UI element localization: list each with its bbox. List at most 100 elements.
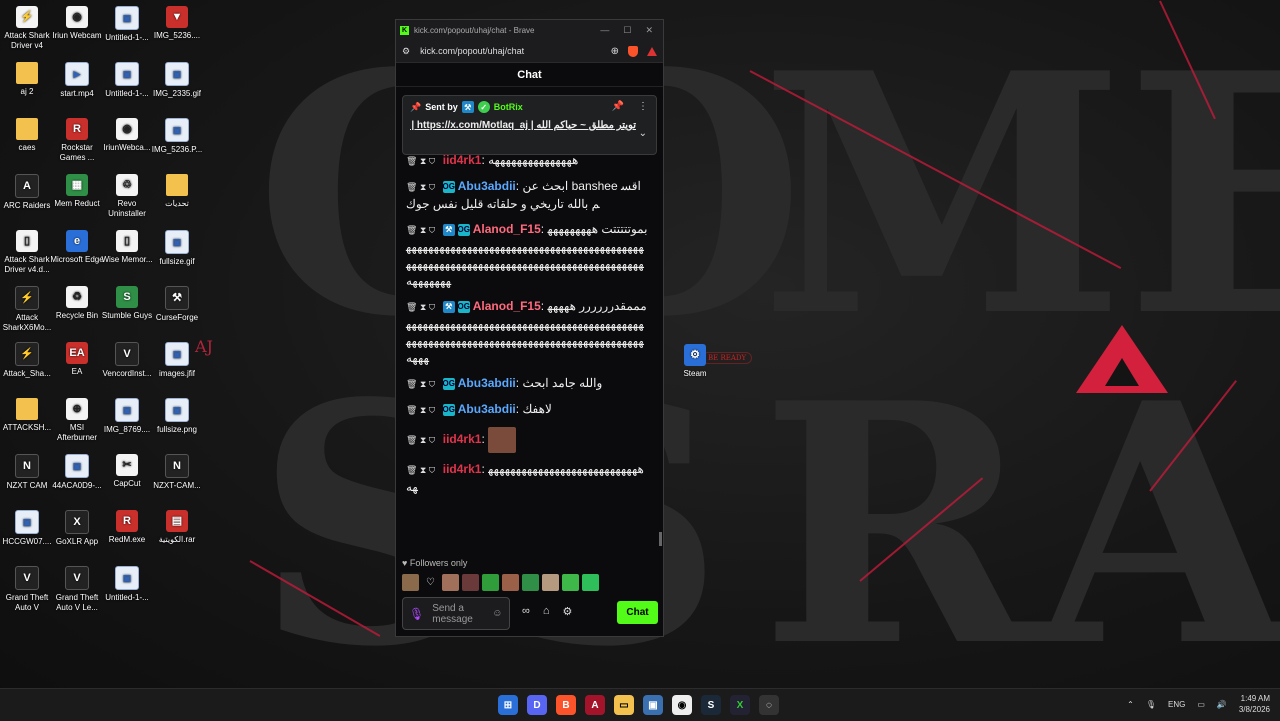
more-options-icon[interactable]: ⋮ (638, 101, 648, 112)
timeout-icon[interactable]: ⧗ (420, 225, 429, 235)
frog-emote-icon[interactable] (522, 574, 539, 591)
chat-username[interactable]: Abu3abdii (458, 179, 516, 193)
network-icon[interactable]: ▭ (1197, 700, 1205, 709)
desktop-icon[interactable]: ⊕ MSI Afterburner (50, 398, 104, 443)
shield-icon[interactable]: ⛉ (429, 156, 438, 166)
desktop-icon[interactable]: ▶ start.mp4 (50, 62, 104, 99)
emote-icon[interactable] (402, 574, 419, 591)
emote-icon[interactable] (482, 574, 499, 591)
desktop-icon[interactable]: ▤ الكويتية.rar (150, 510, 204, 545)
microphone-icon[interactable]: 🎙 (1146, 700, 1156, 709)
browser-window[interactable]: K kick.com/popout/uhaj/chat - Brave — ☐ … (395, 19, 664, 637)
shield-icon[interactable]: ⛉ (429, 182, 438, 192)
desktop-icon-steam[interactable]: ⚙ Steam (668, 344, 722, 379)
timeout-icon[interactable]: ⧗ (420, 156, 429, 166)
app-icon[interactable]: ◌ (759, 695, 779, 715)
desktop-icon[interactable]: V Grand Theft Auto V Le... (50, 566, 104, 613)
mod-actions[interactable]: 🗑 ⧗ ⛉ (406, 156, 438, 166)
desktop-icon[interactable]: ◉ Iriun Webcam (50, 6, 104, 41)
heart-emote-icon[interactable]: ♡ (422, 574, 439, 591)
shield-icon[interactable]: ⛉ (429, 435, 438, 445)
mod-actions[interactable]: 🗑 ⧗ ⛉ (406, 465, 438, 475)
desktop-icon[interactable]: R Rockstar Games ... (50, 118, 104, 163)
mod-actions[interactable]: 🗑 ⧗ ⛉ (406, 302, 438, 312)
shield-icon[interactable]: ⛉ (429, 405, 438, 415)
emote-icon[interactable] (442, 574, 459, 591)
desktop-icon[interactable]: ▣ HCCGW07.... (0, 510, 54, 547)
desktop-icon[interactable]: S Stumble Guys (100, 286, 154, 321)
timeout-icon[interactable]: ⧗ (420, 379, 429, 389)
desktop-icon[interactable]: ▣ IMG_2335.gif (150, 62, 204, 99)
emote-icon[interactable] (582, 574, 599, 591)
timeout-icon[interactable]: ⧗ (420, 302, 429, 312)
minimize-icon[interactable]: — (600, 25, 609, 36)
chat-username[interactable]: Alanod_F15 (473, 299, 541, 313)
message-placeholder[interactable]: Send a message (432, 603, 484, 625)
chat-username[interactable]: Alanod_F15 (473, 222, 541, 236)
desktop-icon[interactable]: ▣ Untitled-1-... (100, 6, 154, 43)
app-icon[interactable]: ▣ (643, 695, 663, 715)
maximize-icon[interactable]: ☐ (623, 25, 631, 36)
volume-icon[interactable]: 🔊 (1217, 700, 1227, 709)
desktop-icon[interactable]: ▣ fullsize.png (150, 398, 204, 435)
desktop-icon[interactable]: ◉ IriunWebca... (100, 118, 154, 153)
emote-image[interactable] (488, 427, 517, 453)
zoom-icon[interactable]: ⊕ (611, 46, 619, 57)
mod-actions[interactable]: 🗑 ⧗ ⛉ (406, 225, 438, 235)
desktop-icon[interactable]: aj 2 (0, 62, 54, 97)
chat-username[interactable]: Abu3abdii (458, 402, 516, 416)
site-info-icon[interactable]: ⚙ (402, 46, 410, 57)
timeout-icon[interactable]: ⧗ (420, 182, 429, 192)
desktop-icon[interactable]: ▣ images.jfif (150, 342, 204, 379)
pinned-message[interactable]: 📌 Sent by ⚒ ✓ BotRix تويتر مطلق ~ حياكم … (402, 95, 657, 155)
desktop-icon[interactable]: N NZXT CAM (0, 454, 54, 491)
shield-icon[interactable]: ⛉ (429, 379, 438, 389)
desktop-icon[interactable]: V Grand Theft Auto V (0, 566, 54, 613)
desktop-icon[interactable]: ▣ 44ACA0D9-... (50, 454, 104, 491)
goxlr-icon[interactable]: X (730, 695, 750, 715)
chevron-up-icon[interactable]: ⌃ (1127, 700, 1134, 709)
delete-icon[interactable]: 🗑 (406, 379, 420, 389)
title-bar[interactable]: K kick.com/popout/uhaj/chat - Brave — ☐ … (396, 20, 663, 40)
chat-username[interactable]: iid4rk1 (443, 153, 482, 167)
desktop-icon[interactable]: R RedM.exe (100, 510, 154, 545)
desktop-icon[interactable]: EA EA (50, 342, 104, 377)
chat-message[interactable]: 🗑 ⧗ ⛉ OG Abu3abdii: لاهفك (406, 401, 648, 419)
brave-rewards-icon[interactable] (647, 46, 657, 56)
delete-icon[interactable]: 🗑 (406, 405, 420, 415)
desktop-icon[interactable]: ⚡ Attack_Sha... (0, 342, 54, 379)
mod-actions[interactable]: 🗑 ⧗ ⛉ (406, 405, 438, 415)
desktop-icon[interactable]: ▣ Untitled-1-... (100, 566, 154, 603)
unpin-icon[interactable]: 📌 (612, 101, 624, 112)
brave-shields-icon[interactable] (628, 45, 638, 57)
desktop-icon[interactable]: ⚡ Attack SharkX6Mo... (0, 286, 54, 333)
desktop-icon[interactable]: caes (0, 118, 54, 153)
url-text[interactable]: kick.com/popout/uhaj/chat (420, 46, 524, 56)
desktop-icon[interactable]: ⚒ CurseForge (150, 286, 204, 323)
bot-name[interactable]: BotRix (494, 102, 523, 112)
webcam-icon[interactable]: ◉ (672, 695, 692, 715)
mod-actions[interactable]: 🗑 ⧗ ⛉ (406, 379, 438, 389)
desktop-icon[interactable]: ✂ CapCut (100, 454, 154, 489)
desktop-icon[interactable]: X GoXLR App (50, 510, 104, 547)
timeout-icon[interactable]: ⧗ (420, 435, 429, 445)
delete-icon[interactable]: 🗑 (406, 302, 420, 312)
chat-message[interactable]: 🗑 ⧗ ⛉ ⚒ OG Alanod_F15: بموتتتتتت ههههههههه… (406, 221, 648, 290)
close-icon[interactable]: ✕ (645, 25, 653, 36)
delete-icon[interactable]: 🗑 (406, 182, 420, 192)
timeout-icon[interactable]: ⧗ (420, 465, 429, 475)
emoji-icon[interactable]: ☺ (492, 608, 502, 619)
start-icon[interactable]: ⊞ (498, 695, 518, 715)
apex-icon[interactable]: A (585, 695, 605, 715)
chat-message[interactable]: 🗑 ⧗ ⛉ OG Abu3abdii: ابحث عن banshee اقسم … (406, 178, 648, 213)
shield-icon[interactable]: ⛉ (429, 225, 438, 235)
desktop-icon[interactable]: ▯ Attack Shark Driver v4.d... (0, 230, 54, 275)
chat-username[interactable]: Abu3abdii (458, 376, 516, 390)
desktop-icon[interactable]: ♻ Recycle Bin (50, 286, 104, 321)
timeout-icon[interactable]: ⧗ (420, 405, 429, 415)
store-icon[interactable]: ⌂ (543, 605, 550, 618)
chat-username[interactable]: iid4rk1 (443, 462, 482, 476)
emote-icon[interactable] (542, 574, 559, 591)
desktop-icon[interactable]: ▣ IMG_5236.P... (150, 118, 204, 155)
desktop-icon[interactable]: ♲ Revo Uninstaller (100, 174, 154, 219)
